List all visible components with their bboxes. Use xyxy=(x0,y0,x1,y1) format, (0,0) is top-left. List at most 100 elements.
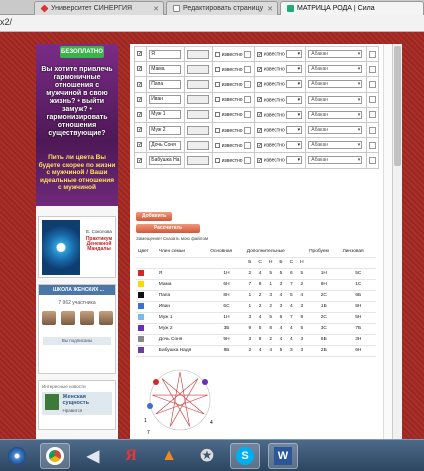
add-member-button[interactable]: Добавить xyxy=(136,212,173,221)
time-input[interactable] xyxy=(243,50,251,58)
time-known-checkbox[interactable] xyxy=(214,112,220,118)
place-known-checkbox[interactable] xyxy=(256,157,262,163)
extra-input[interactable] xyxy=(368,96,376,104)
time-known-checkbox[interactable] xyxy=(214,97,220,103)
time-known-checkbox[interactable] xyxy=(214,66,220,72)
row-checkbox[interactable] xyxy=(137,112,142,118)
time-known-checkbox[interactable] xyxy=(214,142,220,148)
row-checkbox[interactable] xyxy=(137,142,142,148)
member-name-input[interactable]: Иван xyxy=(149,95,182,105)
city-select[interactable]: Абакан xyxy=(308,95,363,104)
member-name-input[interactable]: Папа xyxy=(149,79,182,89)
birth-date-input[interactable] xyxy=(187,155,210,165)
member-name-input[interactable]: Я xyxy=(149,49,182,59)
tab-edit-page[interactable]: Редактировать страницу ✕ xyxy=(166,1,278,15)
row-checkbox[interactable] xyxy=(137,51,142,57)
city-select[interactable]: Абакан xyxy=(308,156,363,165)
avatar[interactable] xyxy=(98,311,113,325)
time-known-checkbox[interactable] xyxy=(214,157,220,163)
birth-date-input[interactable] xyxy=(187,110,210,120)
row-checkbox[interactable] xyxy=(137,127,142,133)
time-input[interactable] xyxy=(243,65,251,73)
place-known-checkbox[interactable] xyxy=(256,81,262,87)
member-name-input[interactable]: Муж 2 xyxy=(149,125,182,135)
extra-input[interactable] xyxy=(368,111,376,119)
tab-synergy[interactable]: Университет СИНЕРГИЯ ✕ xyxy=(34,1,164,15)
city-select[interactable]: Абакан xyxy=(308,80,363,89)
place-dropdown[interactable]: ▾ xyxy=(286,141,303,150)
time-input[interactable] xyxy=(243,96,251,104)
taskbar-yandex[interactable]: Я xyxy=(116,443,146,469)
taskbar-vlc[interactable]: ▲ xyxy=(154,443,184,469)
member-name-input[interactable]: Дочь Соня xyxy=(149,140,182,150)
time-known-checkbox[interactable] xyxy=(214,81,220,87)
avatar[interactable] xyxy=(60,311,75,325)
member-name-input[interactable]: Муж 1 xyxy=(149,110,182,120)
place-dropdown[interactable]: ▾ xyxy=(286,110,303,119)
birth-date-input[interactable] xyxy=(187,95,210,105)
city-select[interactable]: Абакан xyxy=(308,126,363,135)
place-dropdown[interactable]: ▾ xyxy=(286,80,303,89)
birth-date-input[interactable] xyxy=(187,140,210,150)
avatar[interactable] xyxy=(41,311,56,325)
place-known-checkbox[interactable] xyxy=(256,127,262,133)
taskbar-skype[interactable]: S xyxy=(230,443,260,469)
place-known-checkbox[interactable] xyxy=(256,142,262,148)
time-input[interactable] xyxy=(243,111,251,119)
time-known-checkbox[interactable] xyxy=(214,127,220,133)
place-dropdown[interactable]: ▾ xyxy=(286,65,303,74)
place-dropdown[interactable]: ▾ xyxy=(286,156,303,165)
birth-date-input[interactable] xyxy=(187,125,210,135)
vk-widget-header[interactable]: ШКОЛА ЖЕНСКИХ ... xyxy=(39,285,115,295)
place-dropdown[interactable]: ▾ xyxy=(286,95,303,104)
taskbar-chrome[interactable] xyxy=(40,443,70,469)
place-known-checkbox[interactable] xyxy=(256,97,262,103)
like-button[interactable]: Нравится xyxy=(62,408,109,413)
taskbar-app[interactable]: ✪ xyxy=(192,443,222,469)
extra-input[interactable] xyxy=(368,156,376,164)
time-input[interactable] xyxy=(243,156,251,164)
extra-input[interactable] xyxy=(368,65,376,73)
member-name-input[interactable]: Бабушка На xyxy=(149,155,182,165)
city-select[interactable]: Абакан xyxy=(308,50,363,59)
row-checkbox[interactable] xyxy=(137,157,142,163)
birth-date-input[interactable] xyxy=(187,49,210,59)
row-checkbox[interactable] xyxy=(137,81,142,87)
place-known-checkbox[interactable] xyxy=(256,51,262,57)
group-name[interactable]: Женская сущность xyxy=(62,394,109,406)
taskbar-word[interactable]: W xyxy=(268,443,298,469)
time-input[interactable] xyxy=(243,80,251,88)
taskbar-media[interactable]: ◀ xyxy=(78,443,108,469)
birth-date-input[interactable] xyxy=(187,64,210,74)
birth-date-input[interactable] xyxy=(187,79,210,89)
member-name-input[interactable]: Мама xyxy=(149,64,182,74)
place-dropdown[interactable]: ▾ xyxy=(286,126,303,135)
vk-group-card[interactable]: Женская сущность Нравится xyxy=(42,392,112,415)
row-checkbox[interactable] xyxy=(137,96,142,102)
scrollbar-thumb[interactable] xyxy=(394,46,401,166)
address-text[interactable]: x2/ xyxy=(0,17,12,27)
start-button[interactable] xyxy=(2,443,32,469)
close-icon[interactable]: ✕ xyxy=(153,5,159,13)
time-known-checkbox[interactable] xyxy=(214,51,220,57)
promo-banner[interactable]: БЕЗОПЛАТНО Вы хотите привлечь гармоничны… xyxy=(36,44,118,206)
avatar[interactable] xyxy=(79,311,94,325)
extra-input[interactable] xyxy=(368,141,376,149)
row-checkbox[interactable] xyxy=(137,66,142,72)
vk-subscribe-button[interactable]: Вы подписаны xyxy=(43,337,111,345)
time-input[interactable] xyxy=(243,126,251,134)
calculate-button[interactable]: Рассчитать xyxy=(136,224,200,233)
city-select[interactable]: Абакан xyxy=(308,65,363,74)
close-icon[interactable]: ✕ xyxy=(267,5,273,13)
page-scrollbar[interactable] xyxy=(392,44,402,439)
book-ad[interactable]: Е. Соколова Практикум Денежной Мандалы xyxy=(38,216,116,278)
tab-matrix[interactable]: МАТРИЦА РОДА | Сила xyxy=(280,1,424,15)
city-select[interactable]: Абакан xyxy=(308,141,363,150)
city-select[interactable]: Абакан xyxy=(308,110,363,119)
place-known-checkbox[interactable] xyxy=(256,66,262,72)
extra-input[interactable] xyxy=(368,50,376,58)
address-bar[interactable]: x2/ xyxy=(0,15,424,32)
place-dropdown[interactable]: ▾ xyxy=(286,50,303,59)
time-input[interactable] xyxy=(243,141,251,149)
place-known-checkbox[interactable] xyxy=(256,112,262,118)
